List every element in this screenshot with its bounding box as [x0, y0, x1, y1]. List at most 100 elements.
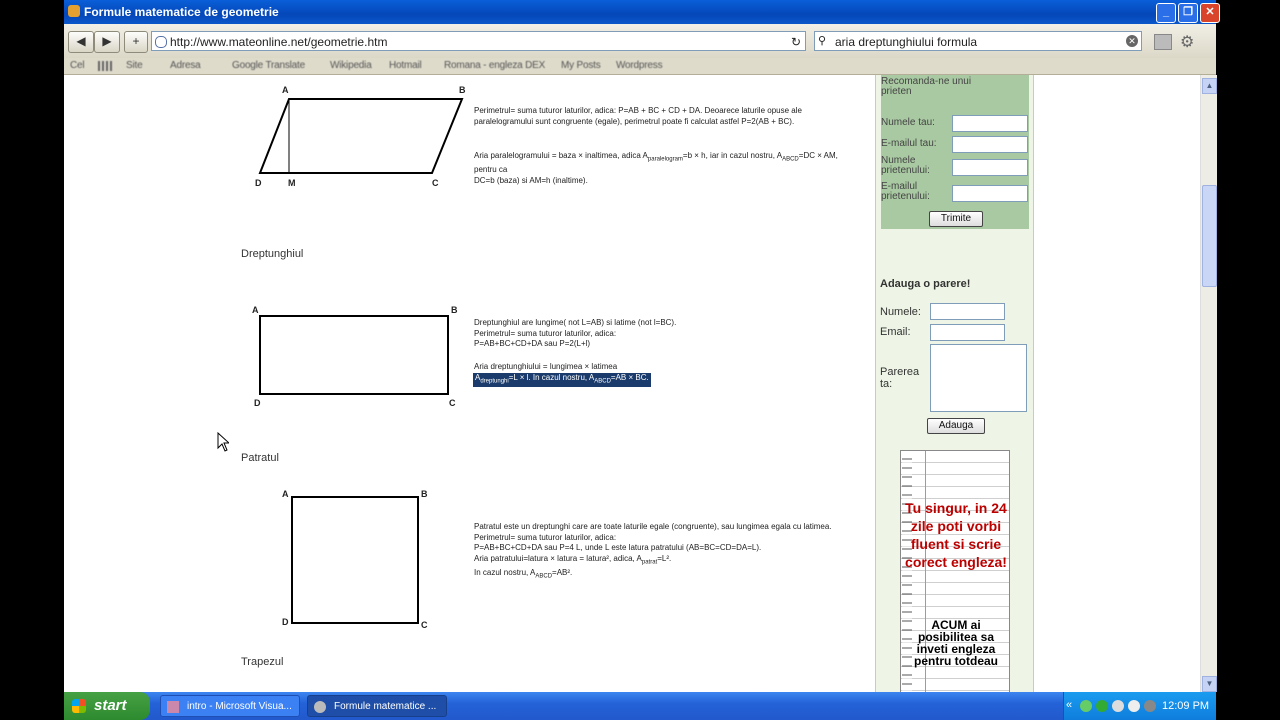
- section-heading: Patratul: [241, 452, 279, 464]
- vertex-label: C: [421, 620, 428, 630]
- bookmark-item[interactable]: Google Translate: [232, 60, 305, 71]
- square-text: Patratul este un dreptunghi care are toa…: [474, 522, 832, 580]
- opinion-email-label: Email:: [880, 326, 911, 338]
- bookmark-item[interactable]: Wordpress: [616, 60, 663, 71]
- friend-name-label: Numele prietenului:: [881, 155, 930, 176]
- bookmark-item[interactable]: Cel: [70, 60, 85, 71]
- tray-icon[interactable]: [1080, 700, 1092, 712]
- parallelogram-figure: [258, 98, 464, 174]
- vertex-label: D: [255, 178, 262, 188]
- vertex-label: B: [421, 489, 428, 499]
- start-button[interactable]: start: [64, 692, 150, 720]
- scroll-down-button[interactable]: ▼: [1202, 676, 1217, 692]
- mouse-cursor-icon: [217, 432, 229, 452]
- clear-search-icon[interactable]: ✕: [1126, 35, 1138, 47]
- name-label: Numele tau:: [881, 117, 935, 128]
- vertical-scrollbar[interactable]: ▲ ▼: [1200, 75, 1217, 692]
- maximize-button[interactable]: ❐: [1178, 3, 1198, 23]
- clock: 12:09 PM: [1162, 700, 1210, 712]
- back-button[interactable]: ◀: [68, 31, 94, 53]
- gear-icon[interactable]: ⚙: [1180, 32, 1194, 52]
- taskbar: start intro - Microsoft Visua... Formule…: [64, 692, 1216, 720]
- search-icon: ⚲: [818, 35, 827, 47]
- tray-icon[interactable]: [1112, 700, 1124, 712]
- page-icon[interactable]: [1154, 34, 1172, 50]
- windows-logo-icon: [72, 699, 86, 713]
- bookmark-item[interactable]: Site: [126, 60, 143, 71]
- square-figure: [291, 496, 419, 624]
- scroll-thumb[interactable]: [1202, 185, 1217, 287]
- app-icon: [314, 701, 326, 713]
- vertex-label: D: [282, 617, 289, 627]
- window-titlebar: Formule matematice de geometrie _ ❐ ✕: [64, 0, 1220, 24]
- your-name-input[interactable]: [952, 115, 1028, 132]
- section-heading: Dreptunghiul: [241, 248, 304, 260]
- apps-grid-icon[interactable]: [98, 61, 112, 71]
- scroll-up-button[interactable]: ▲: [1202, 78, 1217, 94]
- ad-subtext: ACUM ai posibilitea sa inveti engleza pe…: [914, 618, 998, 668]
- navigation-toolbar: ◀ ▶ + http://www.mateonline.net/geometri…: [64, 24, 1216, 59]
- opinion-textarea[interactable]: [930, 344, 1027, 412]
- bookmark-item[interactable]: Adresa: [170, 60, 201, 71]
- vertex-label: A: [252, 305, 259, 315]
- rectangle-text: Dreptunghiul are lungime( not L=AB) si l…: [474, 318, 677, 348]
- start-label: start: [94, 697, 127, 714]
- tray-icon[interactable]: [1096, 700, 1108, 712]
- bookmark-item[interactable]: My Posts: [561, 60, 601, 71]
- address-bar[interactable]: http://www.mateonline.net/geometrie.htm …: [151, 31, 806, 51]
- perimeter-paragraph: Perimetrul= suma tuturor laturilor, adic…: [474, 106, 802, 126]
- ad-headline: Tu singur, in 24 zile poti vorbi fluent …: [905, 500, 1007, 570]
- bookmark-item[interactable]: Hotmail: [389, 60, 422, 71]
- url-text: http://www.mateonline.net/geometrie.htm: [170, 35, 388, 49]
- reload-icon[interactable]: ↻: [791, 32, 801, 52]
- window-title: Formule matematice de geometrie: [84, 5, 279, 19]
- opinion-title: Adauga o parere!: [880, 278, 971, 290]
- add-opinion-button[interactable]: Adauga: [927, 418, 985, 434]
- right-sidebar: Recomanda-ne unui prieten Numele tau: E-…: [875, 75, 1034, 694]
- vertex-label: A: [282, 489, 289, 499]
- friend-name-input[interactable]: [952, 159, 1028, 176]
- recommend-box: Recomanda-ne unui prieten Numele tau: E-…: [881, 75, 1029, 229]
- area-paragraph: Aria paralelogramului = baza × inaltimea…: [474, 151, 838, 185]
- opinion-text-label: Parerea ta:: [880, 366, 920, 390]
- new-tab-button[interactable]: +: [124, 31, 148, 53]
- recommend-title: Recomanda-ne unui prieten: [881, 76, 972, 97]
- globe-icon: [155, 36, 167, 48]
- send-button[interactable]: Trimite: [929, 211, 983, 227]
- bookmarks-bar: Cel Site Adresa Google Translate Wikiped…: [64, 58, 1216, 75]
- vertex-label: C: [449, 398, 456, 408]
- opinion-email-input[interactable]: [930, 324, 1005, 341]
- opinion-name-label: Numele:: [880, 306, 921, 318]
- your-email-input[interactable]: [952, 136, 1028, 153]
- wordpress-icon[interactable]: [1128, 700, 1140, 712]
- search-text: aria dreptunghiului formula: [835, 35, 978, 49]
- advertisement-banner[interactable]: Tu singur, in 24 zile poti vorbi fluent …: [900, 450, 1010, 694]
- system-tray: « 12:09 PM: [1063, 692, 1216, 720]
- close-button[interactable]: ✕: [1200, 3, 1220, 23]
- browser-icon: [68, 5, 80, 17]
- friend-email-label: E-mailul prietenului:: [881, 181, 930, 202]
- task-item-browser[interactable]: Formule matematice ...: [307, 695, 447, 717]
- vertex-label: B: [451, 305, 458, 315]
- vertex-label: B: [459, 85, 466, 95]
- vertex-label: D: [254, 398, 261, 408]
- forward-button[interactable]: ▶: [94, 31, 120, 53]
- tray-expand-icon[interactable]: «: [1066, 699, 1072, 711]
- opinion-name-input[interactable]: [930, 303, 1005, 320]
- selected-text-highlight[interactable]: Adreptunghi=L × l. In cazul nostru, AABC…: [473, 373, 651, 388]
- task-item-visual-studio[interactable]: intro - Microsoft Visua...: [160, 695, 300, 717]
- rectangle-figure: [259, 315, 449, 395]
- rectangle-area-text: Aria dreptunghiului = lungimea × latimea: [474, 362, 618, 371]
- vertex-label: A: [282, 85, 289, 95]
- friend-email-input[interactable]: [952, 185, 1028, 202]
- volume-icon[interactable]: [1144, 700, 1156, 712]
- search-field[interactable]: ⚲ aria dreptunghiului formula ✕: [814, 31, 1142, 51]
- vertex-label: M: [288, 178, 296, 188]
- bookmark-item[interactable]: Romana - engleza DEX: [444, 60, 545, 71]
- minimize-button[interactable]: _: [1156, 3, 1176, 23]
- section-heading: Trapezul: [241, 656, 284, 668]
- bookmark-item[interactable]: Wikipedia: [330, 60, 372, 71]
- vertex-label: C: [432, 178, 439, 188]
- email-label: E-mailul tau:: [881, 138, 937, 149]
- app-icon: [167, 701, 179, 713]
